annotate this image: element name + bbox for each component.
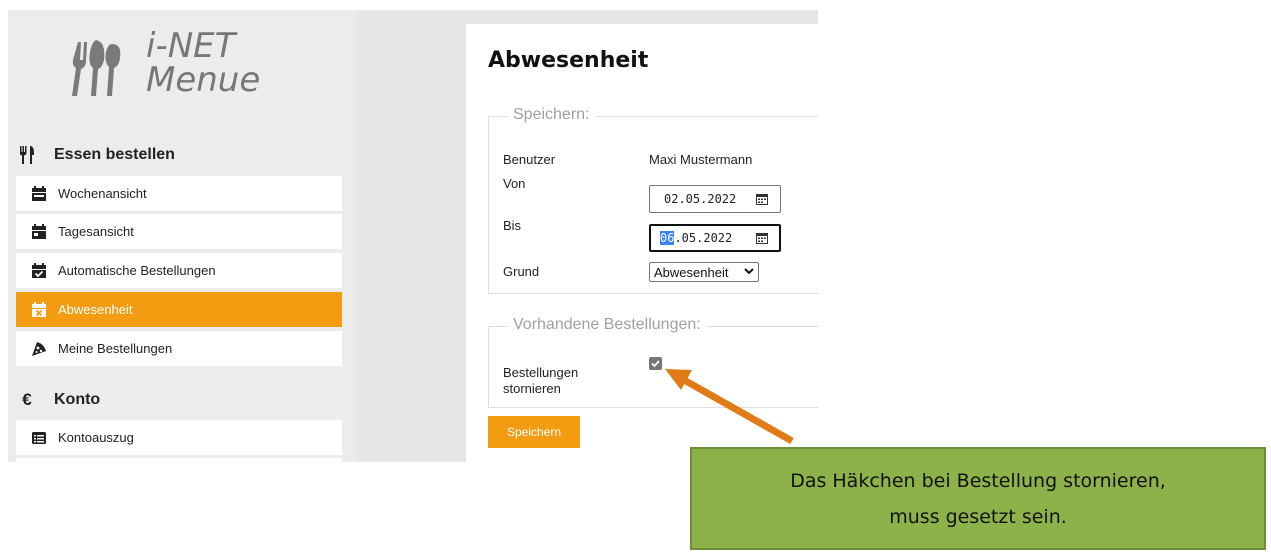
from-date-value: 02.05.2022 bbox=[664, 192, 737, 206]
cancel-orders-label-line2: stornieren bbox=[503, 381, 561, 396]
app-screenshot: i-NET Menue Essen bestellen Wochenansich… bbox=[8, 10, 818, 462]
annotation-callout: Das Häkchen bei Bestellung stornieren, m… bbox=[690, 447, 1266, 550]
section-heading-order-label: Essen bestellen bbox=[54, 146, 175, 163]
fieldset-orders: Vorhandene Bestellungen: Bestellungen st… bbox=[488, 316, 818, 408]
fieldset-save: Speichern: Benutzer Maxi Mustermann Von … bbox=[488, 106, 818, 294]
fork-knife-spoon-icon bbox=[72, 40, 121, 96]
calendar-week-icon bbox=[30, 185, 48, 203]
sidebar-item-label: Automatische Bestellungen bbox=[58, 263, 216, 278]
calendar-picker-icon[interactable] bbox=[756, 193, 768, 208]
calendar-times-icon bbox=[30, 301, 48, 319]
sidebar-item-meine-bestellungen[interactable]: Meine Bestellungen bbox=[16, 331, 342, 366]
cancel-orders-label-line1: Bestellungen bbox=[503, 365, 579, 380]
reason-label: Grund bbox=[503, 264, 540, 279]
sidebar-item-label: Meine Bestellungen bbox=[58, 341, 173, 356]
sidebar-item-label: Tagesansicht bbox=[58, 224, 134, 239]
reason-select-value: Abwesenheit bbox=[654, 264, 729, 280]
to-date-input[interactable]: 06.05.2022 bbox=[649, 224, 781, 252]
fieldset-orders-legend: Vorhandene Bestellungen: bbox=[507, 316, 707, 334]
sidebar-item-kontoauszug[interactable]: Kontoauszug bbox=[16, 420, 342, 455]
calendar-picker-icon[interactable] bbox=[756, 232, 768, 247]
save-button[interactable]: Speichern bbox=[488, 416, 580, 448]
sidebar-item-label: Abwesenheit bbox=[58, 302, 133, 317]
sidebar-item-label: Wochenansicht bbox=[58, 186, 147, 201]
sidebar: i-NET Menue Essen bestellen Wochenansich… bbox=[8, 10, 356, 462]
reason-select[interactable]: Abwesenheit bbox=[649, 262, 759, 282]
sidebar-item-automatische-bestellungen[interactable]: Automatische Bestellungen bbox=[16, 253, 342, 288]
cancel-orders-checkbox[interactable] bbox=[649, 357, 662, 370]
page-title: Abwesenheit bbox=[488, 48, 649, 73]
callout-line1: Das Häkchen bei Bestellung stornieren, bbox=[790, 469, 1166, 492]
list-alt-icon bbox=[30, 429, 48, 447]
euro-icon: € bbox=[22, 390, 32, 409]
user-label: Benutzer bbox=[503, 152, 556, 167]
app-logo: i-NET Menue bbox=[70, 28, 290, 108]
fieldset-save-legend: Speichern: bbox=[507, 106, 596, 124]
sidebar-item-abwesenheit[interactable]: Abwesenheit bbox=[16, 292, 342, 327]
logo-text-line2: Menue bbox=[146, 60, 261, 100]
sidebar-item-wochenansicht[interactable]: Wochenansicht bbox=[16, 176, 342, 211]
callout-line2: muss gesetzt sein. bbox=[889, 505, 1067, 528]
to-label: Bis bbox=[503, 218, 522, 233]
logo-text-line1: i-NET bbox=[146, 26, 236, 66]
sidebar-item-partial bbox=[16, 458, 342, 462]
from-date-input[interactable]: 02.05.2022 bbox=[649, 185, 781, 213]
pizza-slice-icon bbox=[30, 340, 48, 358]
sidebar-item-tagesansicht[interactable]: Tagesansicht bbox=[16, 214, 342, 249]
section-heading-account-label: Konto bbox=[54, 391, 101, 408]
content-panel: Abwesenheit Speichern: Benutzer Maxi Mus… bbox=[466, 24, 818, 462]
checkmark-icon bbox=[651, 360, 660, 368]
section-heading-order: Essen bestellen bbox=[16, 144, 175, 166]
user-value: Maxi Mustermann bbox=[649, 152, 753, 167]
from-label: Von bbox=[503, 176, 526, 191]
cancel-orders-label: Bestellungen stornieren bbox=[503, 365, 578, 397]
section-heading-account: € Konto bbox=[16, 389, 100, 411]
sidebar-item-label: Kontoauszug bbox=[58, 430, 134, 445]
calendar-day-icon bbox=[30, 223, 48, 241]
chevron-down-icon bbox=[744, 265, 754, 280]
to-date-rest: .05.2022 bbox=[674, 231, 733, 245]
utensils-icon bbox=[16, 146, 38, 164]
calendar-check-icon bbox=[30, 262, 48, 280]
to-date-selected-segment: 06 bbox=[660, 231, 675, 245]
